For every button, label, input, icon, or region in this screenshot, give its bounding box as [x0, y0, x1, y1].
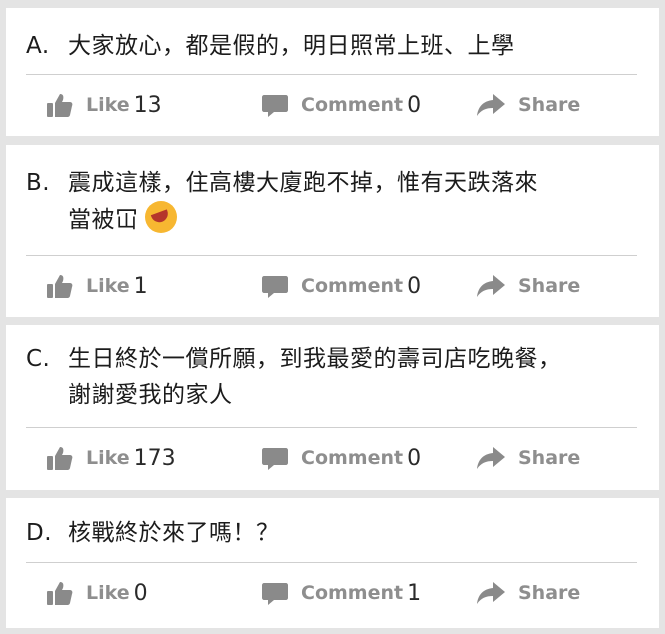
like-label: Like — [86, 275, 130, 297]
thumbs-up-icon — [47, 582, 73, 605]
comment-button[interactable]: Comment 0 — [261, 438, 421, 478]
comment-label: Comment — [301, 94, 404, 116]
post-card-d: D. 核戰終於來了嗎！？ Like 0 Comment 1 Share — [6, 498, 659, 628]
post-option-letter: A. — [26, 33, 50, 59]
share-button[interactable]: Share — [476, 266, 580, 306]
comment-count: 0 — [407, 273, 422, 299]
post-option-letter: C. — [26, 346, 51, 372]
divider — [26, 255, 637, 256]
comment-button[interactable]: Comment 0 — [261, 85, 421, 125]
thumbs-up-icon — [47, 447, 73, 470]
like-button[interactable]: Like 1 — [46, 266, 148, 306]
post-text-line: 謝謝愛我的家人 — [68, 382, 233, 408]
share-label: Share — [518, 275, 581, 297]
share-label: Share — [518, 582, 581, 604]
share-button[interactable]: Share — [476, 85, 580, 125]
post-text-line-2: 當被冚 — [26, 201, 641, 238]
divider — [26, 74, 637, 75]
thumbs-up-icon — [47, 94, 73, 117]
post-text: A. 大家放心，都是假的，明日照常上班、上學 — [26, 28, 641, 64]
action-bar: Like 13 Comment 0 Share — [6, 85, 659, 125]
like-label: Like — [86, 94, 130, 116]
share-arrow-icon — [477, 275, 505, 297]
like-button[interactable]: Like 13 — [46, 85, 162, 125]
post-card-a: A. 大家放心，都是假的，明日照常上班、上學 Like 13 Comment 0 … — [6, 8, 659, 136]
comment-label: Comment — [301, 275, 404, 297]
divider — [26, 427, 637, 428]
like-count: 173 — [133, 445, 176, 471]
comment-button[interactable]: Comment 1 — [261, 573, 421, 613]
share-arrow-icon — [477, 582, 505, 604]
post-text: D. 核戰終於來了嗎！？ — [26, 515, 641, 551]
like-label: Like — [86, 447, 130, 469]
post-text: C. 生日終於一償所願，到我最愛的壽司店吃晚餐， 謝謝愛我的家人 — [26, 341, 641, 413]
share-label: Share — [518, 447, 581, 469]
speech-bubble-icon — [262, 276, 288, 298]
action-bar: Like 1 Comment 0 Share — [6, 266, 659, 306]
comment-count: 1 — [407, 580, 422, 606]
share-arrow-icon — [477, 94, 505, 116]
post-text-line-2: 謝謝愛我的家人 — [26, 377, 641, 413]
rolling-on-floor-laughing-icon — [144, 201, 177, 233]
speech-bubble-icon — [262, 95, 288, 117]
share-arrow-icon — [477, 447, 505, 469]
post-option-letter: B. — [26, 170, 51, 196]
post-text-line: 大家放心，都是假的，明日照常上班、上學 — [68, 33, 515, 59]
share-button[interactable]: Share — [476, 573, 580, 613]
post-text-line: 核戰終於來了嗎！？ — [68, 520, 280, 546]
share-button[interactable]: Share — [476, 438, 580, 478]
action-bar: Like 173 Comment 0 Share — [6, 438, 659, 478]
post-text-line: 生日終於一償所願，到我最愛的壽司店吃晚餐， — [68, 346, 562, 372]
like-button[interactable]: Like 173 — [46, 438, 176, 478]
action-bar: Like 0 Comment 1 Share — [6, 573, 659, 613]
post-card-b: B. 震成這樣，住高樓大廈跑不掉，惟有天跌落來 當被冚 Like 1 Commen… — [6, 145, 659, 317]
like-label: Like — [86, 582, 130, 604]
post-text-line: 震成這樣，住高樓大廈跑不掉，惟有天跌落來 — [68, 170, 538, 196]
comment-count: 0 — [407, 445, 422, 471]
like-count: 13 — [133, 92, 162, 118]
like-count: 1 — [133, 273, 148, 299]
post-text-line: 當被冚 — [68, 207, 139, 233]
comment-label: Comment — [301, 582, 404, 604]
speech-bubble-icon — [262, 448, 288, 470]
thumbs-up-icon — [47, 275, 73, 298]
like-button[interactable]: Like 0 — [46, 573, 148, 613]
comment-label: Comment — [301, 447, 404, 469]
post-feed: A. 大家放心，都是假的，明日照常上班、上學 Like 13 Comment 0 … — [0, 0, 665, 634]
comment-button[interactable]: Comment 0 — [261, 266, 421, 306]
post-option-letter: D. — [26, 520, 53, 546]
like-count: 0 — [133, 580, 148, 606]
post-card-c: C. 生日終於一償所願，到我最愛的壽司店吃晚餐， 謝謝愛我的家人 Like 173… — [6, 325, 659, 490]
share-label: Share — [518, 94, 581, 116]
comment-count: 0 — [407, 92, 422, 118]
speech-bubble-icon — [262, 583, 288, 605]
post-text: B. 震成這樣，住高樓大廈跑不掉，惟有天跌落來 當被冚 — [26, 165, 641, 238]
divider — [26, 562, 637, 563]
